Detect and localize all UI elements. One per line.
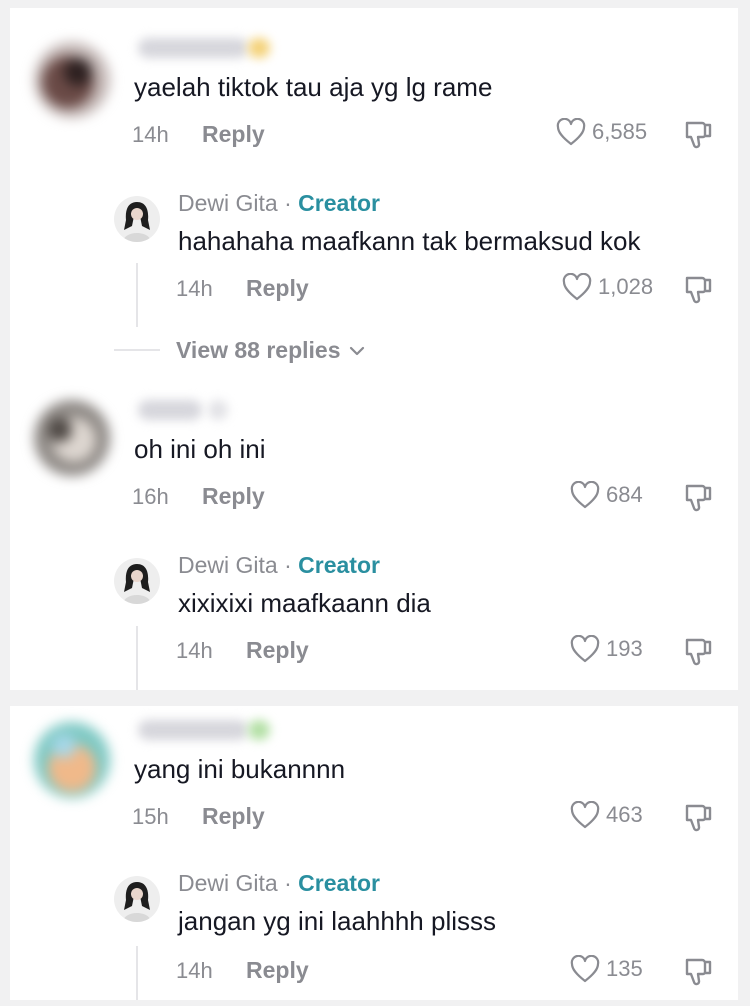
heart-outline-icon xyxy=(570,635,600,663)
reply-time: 14h xyxy=(176,638,213,663)
thumbs-down-icon xyxy=(685,484,712,512)
comment-time: 16h xyxy=(132,484,169,509)
reply-button[interactable]: Reply xyxy=(246,275,309,302)
creator-badge: Creator xyxy=(298,552,380,578)
heart-outline-icon xyxy=(556,118,586,146)
like-count: 135 xyxy=(606,956,643,981)
reply-text: hahahaha maafkann tak bermaksud kok xyxy=(178,226,641,256)
thumbs-down-icon xyxy=(685,276,712,304)
thumbs-down-icon xyxy=(685,121,712,149)
creator-avatar[interactable] xyxy=(114,196,160,242)
reply-time: 14h xyxy=(176,276,213,301)
name-separator: · xyxy=(284,870,292,896)
reply-author[interactable]: Dewi Gita xyxy=(178,552,278,578)
creator-badge: Creator xyxy=(298,190,380,216)
like-count: 684 xyxy=(606,482,643,507)
like-count: 6,585 xyxy=(592,119,648,144)
dislike-button[interactable] xyxy=(682,118,714,150)
comment-text: yang ini bukannnn xyxy=(134,754,346,784)
reply-button[interactable]: Reply xyxy=(246,637,309,664)
like-count: 463 xyxy=(606,802,643,827)
username-emoji-blurred xyxy=(208,400,228,420)
reply-time: 14h xyxy=(176,958,213,983)
comment-text: oh ini oh ini xyxy=(134,434,266,464)
heart-outline-icon xyxy=(570,481,600,509)
like-button[interactable]: 135 xyxy=(570,955,643,983)
dislike-button[interactable] xyxy=(682,955,714,987)
reply-author[interactable]: Dewi Gita xyxy=(178,870,278,896)
dislike-button[interactable] xyxy=(682,273,714,305)
commenter-username-blurred[interactable] xyxy=(138,38,248,58)
reply-text: xixixixi maafkaann dia xyxy=(178,588,431,618)
like-button[interactable]: 1,028 xyxy=(562,273,653,301)
name-separator: · xyxy=(284,552,292,578)
chevron-down-icon xyxy=(349,346,364,355)
heart-outline-icon xyxy=(570,955,600,983)
commenter-avatar[interactable] xyxy=(34,400,110,476)
creator-avatar[interactable] xyxy=(114,558,160,604)
reply-author-row: Dewi Gita · Creator xyxy=(178,190,380,217)
commenter-username-blurred[interactable] xyxy=(138,720,248,740)
reply-button[interactable]: Reply xyxy=(202,483,265,510)
reply-author-row: Dewi Gita · Creator xyxy=(178,870,380,897)
comment-text: yaelah tiktok tau aja yg lg rame xyxy=(134,72,493,102)
heart-outline-icon xyxy=(570,801,600,829)
dislike-button[interactable] xyxy=(682,801,714,833)
name-separator: · xyxy=(284,190,292,216)
username-emoji-blurred xyxy=(248,720,270,740)
like-button[interactable]: 463 xyxy=(570,801,643,829)
view-replies-label: View 88 replies xyxy=(176,337,341,363)
reply-button[interactable]: Reply xyxy=(202,803,265,830)
like-button[interactable]: 684 xyxy=(570,481,643,509)
comments-panel-bottom: yang ini bukannnn 15h Reply 463 Dewi Git… xyxy=(10,706,738,1000)
thumbs-down-icon xyxy=(685,958,712,986)
commenter-avatar[interactable] xyxy=(34,722,110,798)
thread-line xyxy=(136,263,138,327)
heart-outline-icon xyxy=(562,273,592,301)
thread-line xyxy=(136,626,138,690)
username-emoji-blurred xyxy=(248,38,270,58)
like-button[interactable]: 6,585 xyxy=(556,118,647,146)
thumbs-down-icon xyxy=(685,638,712,666)
comment-time: 14h xyxy=(132,122,169,147)
reply-author[interactable]: Dewi Gita xyxy=(178,190,278,216)
dislike-button[interactable] xyxy=(682,635,714,667)
view-replies-button[interactable]: View 88 replies xyxy=(176,337,365,364)
comment-time: 15h xyxy=(132,804,169,829)
dislike-button[interactable] xyxy=(682,481,714,513)
like-button[interactable]: 193 xyxy=(570,635,643,663)
reply-button[interactable]: Reply xyxy=(202,121,265,148)
reply-button[interactable]: Reply xyxy=(246,957,309,984)
comments-panel-top: yaelah tiktok tau aja yg lg rame 14h Rep… xyxy=(10,8,738,690)
thumbs-down-icon xyxy=(685,804,712,832)
creator-avatar[interactable] xyxy=(114,876,160,922)
reply-text: jangan yg ini laahhhh plisss xyxy=(178,906,496,936)
creator-badge: Creator xyxy=(298,870,380,896)
view-replies-line xyxy=(114,349,160,351)
like-count: 1,028 xyxy=(598,274,654,299)
thread-line xyxy=(136,946,138,1000)
commenter-username-blurred[interactable] xyxy=(138,400,202,420)
commenter-avatar[interactable] xyxy=(34,42,110,118)
like-count: 193 xyxy=(606,636,643,661)
reply-author-row: Dewi Gita · Creator xyxy=(178,552,380,579)
